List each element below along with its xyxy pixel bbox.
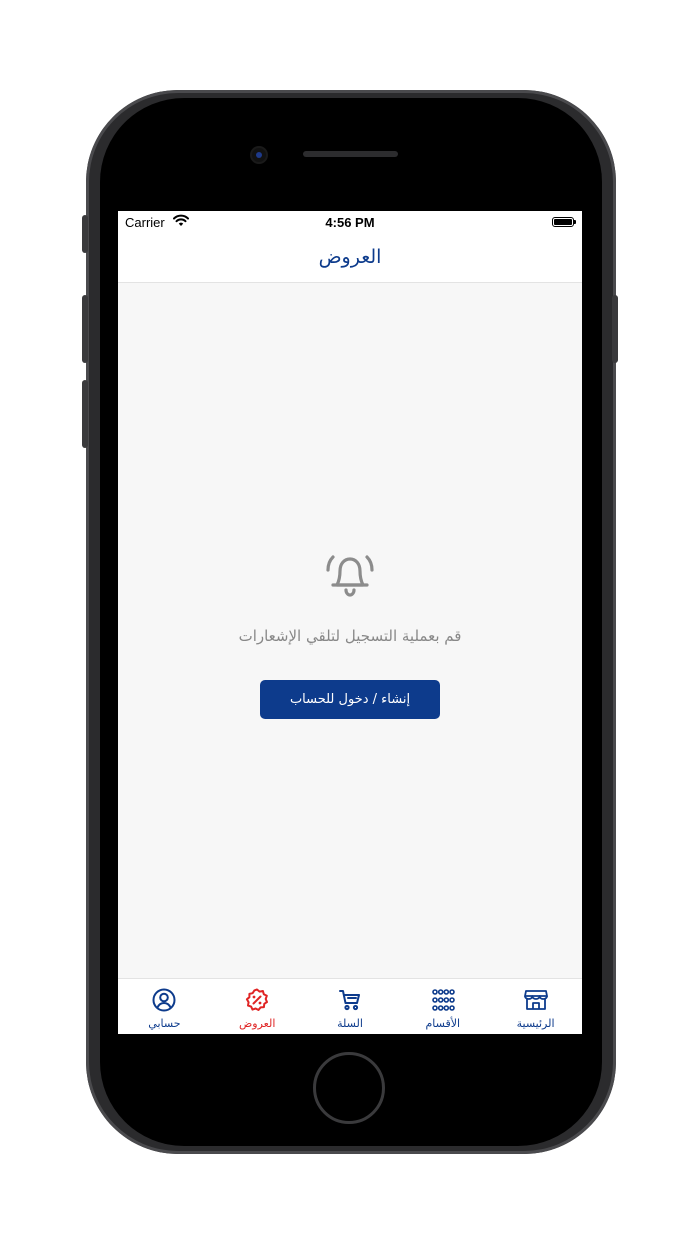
- status-bar: Carrier 4:56 PM: [118, 211, 582, 235]
- tab-cart[interactable]: السلة: [304, 979, 397, 1034]
- power-button: [612, 295, 618, 363]
- empty-state: قم بعملية التسجيل لتلقي الإشعارات إنشاء …: [118, 283, 582, 978]
- battery-icon: [552, 217, 576, 227]
- volume-down-button: [82, 380, 88, 448]
- front-camera: [252, 148, 266, 162]
- mute-switch: [82, 215, 88, 253]
- tab-offers[interactable]: العروض: [211, 979, 304, 1034]
- status-time: 4:56 PM: [325, 215, 375, 230]
- offers-icon: [246, 988, 269, 1011]
- tab-label: الرئيسية: [516, 1017, 555, 1030]
- page-title: العروض: [318, 246, 382, 268]
- grid-icon: [431, 989, 455, 1011]
- account-icon: [152, 988, 176, 1012]
- app-screen: Carrier 4:56 PM العروض قم بعملية التسجيل…: [118, 211, 582, 1034]
- tab-categories[interactable]: الأقسام: [396, 979, 489, 1034]
- home-button[interactable]: [313, 1052, 385, 1124]
- login-register-button[interactable]: إنشاء / دخول للحساب: [260, 680, 440, 719]
- tab-label: الأقسام: [425, 1017, 461, 1030]
- empty-message: قم بعملية التسجيل لتلقي الإشعارات: [238, 627, 462, 645]
- tab-bar: حسابي العروض السلة الأقسام الرئيسية: [118, 978, 582, 1034]
- tab-label: حسابي: [148, 1017, 181, 1030]
- earpiece-speaker: [303, 151, 398, 157]
- navigation-bar: العروض: [118, 235, 582, 283]
- bell-icon: [326, 555, 374, 597]
- cart-icon: [338, 990, 360, 1011]
- volume-up-button: [82, 295, 88, 363]
- tab-label: العروض: [238, 1017, 276, 1030]
- tab-account[interactable]: حسابي: [118, 979, 211, 1034]
- tab-home[interactable]: الرئيسية: [489, 979, 582, 1034]
- store-icon: [523, 990, 548, 1010]
- tab-label: السلة: [337, 1017, 363, 1030]
